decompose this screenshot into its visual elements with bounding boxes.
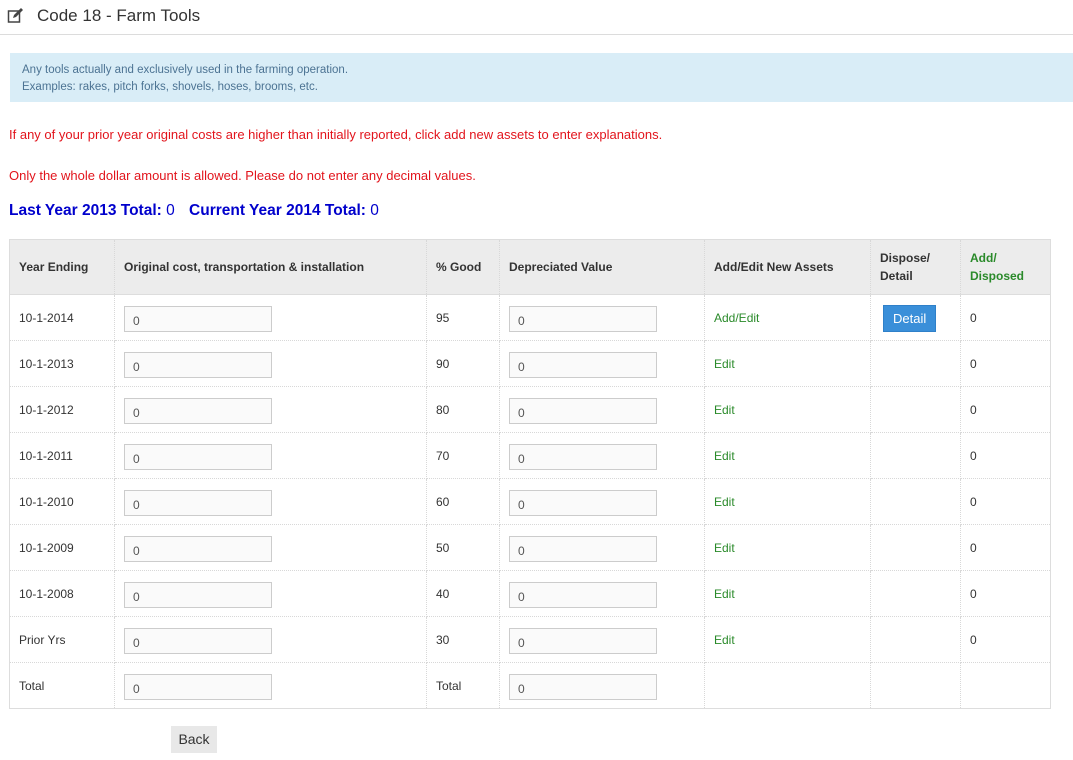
total-depreciated-field[interactable]: 0 <box>509 673 657 700</box>
original-cost-input[interactable]: 0 <box>124 489 272 516</box>
edit-link[interactable]: Edit <box>714 541 735 555</box>
percent-good-cell: 80 <box>426 386 500 433</box>
percent-good-cell: 90 <box>426 340 500 387</box>
total-row: Total 0 Total 0 <box>9 662 1051 709</box>
depreciated-value-input[interactable]: 0 <box>509 305 657 332</box>
table-row: Prior Yrs 0 30 0 Edit 0 <box>9 616 1051 663</box>
totals-line: Last Year 2013 Total: 0 Current Year 201… <box>9 202 389 220</box>
col-header-year: Year Ending <box>9 239 115 295</box>
add-disposed-count: 0 <box>960 340 1051 387</box>
original-cost-input[interactable]: 0 <box>124 443 272 470</box>
col-header-detail-line: Detail <box>880 269 913 283</box>
edit-link[interactable]: Edit <box>714 449 735 463</box>
percent-good-cell: 40 <box>426 570 500 617</box>
year-cell: 10-1-2012 <box>9 386 115 433</box>
dispose-detail-cell <box>870 386 961 433</box>
depreciated-value-input[interactable]: 0 <box>509 535 657 562</box>
original-cost-input[interactable]: 0 <box>124 535 272 562</box>
percent-good-cell: 70 <box>426 432 500 479</box>
year-cell: 10-1-2008 <box>9 570 115 617</box>
assets-table: Year Ending Original cost, transportatio… <box>9 239 1051 709</box>
info-line: Any tools actually and exclusively used … <box>22 64 349 76</box>
percent-good-cell: 30 <box>426 616 500 663</box>
original-cost-input[interactable]: 0 <box>124 581 272 608</box>
col-header-add-disposed: Add/ Disposed <box>960 239 1051 295</box>
year-cell: 10-1-2009 <box>9 524 115 571</box>
original-cost-input[interactable]: 0 <box>124 627 272 654</box>
empty-cell <box>870 662 961 709</box>
year-cell: 10-1-2013 <box>9 340 115 387</box>
col-header-dispose-detail: Dispose/ Detail <box>870 239 961 295</box>
original-cost-input[interactable]: 0 <box>124 351 272 378</box>
edit-link[interactable]: Edit <box>714 633 735 647</box>
col-header-good: % Good <box>426 239 500 295</box>
warning-text: If any of your prior year original costs… <box>9 127 663 142</box>
edit-icon <box>7 8 23 23</box>
last-year-total-value: 0 <box>166 202 175 219</box>
page-title: Code 18 - Farm Tools <box>37 6 201 25</box>
depreciated-value-input[interactable]: 0 <box>509 581 657 608</box>
edit-link[interactable]: Edit <box>714 403 735 417</box>
col-header-cost: Original cost, transportation & installa… <box>114 239 427 295</box>
page-header: Code 18 - Farm Tools <box>0 0 1073 35</box>
total-cost-field[interactable]: 0 <box>124 673 272 700</box>
table-row: 10-1-2008 0 40 0 Edit 0 <box>9 570 1051 617</box>
percent-good-cell: 95 <box>426 294 500 341</box>
total-good-label: Total <box>426 662 500 709</box>
add-disposed-count: 0 <box>960 570 1051 617</box>
depreciated-value-input[interactable]: 0 <box>509 627 657 654</box>
dispose-detail-cell <box>870 432 961 479</box>
table-row: 10-1-2014 0 95 0 Add/Edit Detail 0 <box>9 294 1051 341</box>
edit-link[interactable]: Edit <box>714 587 735 601</box>
dispose-detail-cell <box>870 524 961 571</box>
detail-button[interactable]: Detail <box>883 304 937 332</box>
add-edit-link[interactable]: Add/Edit <box>714 311 759 325</box>
last-year-total-label: Last Year 2013 Total: <box>9 202 162 219</box>
dispose-detail-cell <box>870 478 961 525</box>
add-disposed-count: 0 <box>960 386 1051 433</box>
depreciated-value-input[interactable]: 0 <box>509 397 657 424</box>
year-cell: 10-1-2011 <box>9 432 115 479</box>
info-box: Any tools actually and exclusively used … <box>10 53 1073 102</box>
add-disposed-count: 0 <box>960 432 1051 479</box>
add-disposed-count: 0 <box>960 478 1051 525</box>
dispose-detail-cell <box>870 616 961 663</box>
table-row: 10-1-2012 0 80 0 Edit 0 <box>9 386 1051 433</box>
add-disposed-count: 0 <box>960 524 1051 571</box>
original-cost-input[interactable]: 0 <box>124 397 272 424</box>
current-year-total-label: Current Year 2014 Total: <box>189 202 366 219</box>
dispose-detail-cell <box>870 340 961 387</box>
col-header-add-edit: Add/Edit New Assets <box>704 239 871 295</box>
year-cell: 10-1-2010 <box>9 478 115 525</box>
table-row: 10-1-2010 0 60 0 Edit 0 <box>9 478 1051 525</box>
percent-good-cell: 60 <box>426 478 500 525</box>
edit-link[interactable]: Edit <box>714 495 735 509</box>
table-header-row: Year Ending Original cost, transportatio… <box>9 239 1051 295</box>
col-header-disposed-line: Disposed <box>970 269 1025 283</box>
empty-cell <box>704 662 871 709</box>
table-row: 10-1-2011 0 70 0 Edit 0 <box>9 432 1051 479</box>
add-disposed-count: 0 <box>960 294 1051 341</box>
warning-text: Only the whole dollar amount is allowed.… <box>9 168 476 183</box>
year-cell: Prior Yrs <box>9 616 115 663</box>
table-row: 10-1-2009 0 50 0 Edit 0 <box>9 524 1051 571</box>
total-label: Total <box>9 662 115 709</box>
col-header-depreciated: Depreciated Value <box>499 239 705 295</box>
depreciated-value-input[interactable]: 0 <box>509 489 657 516</box>
current-year-total-value: 0 <box>370 202 379 219</box>
back-button[interactable]: Back <box>171 726 217 753</box>
percent-good-cell: 50 <box>426 524 500 571</box>
info-line: Examples: rakes, pitch forks, shovels, h… <box>22 81 318 93</box>
depreciated-value-input[interactable]: 0 <box>509 443 657 470</box>
original-cost-input[interactable]: 0 <box>124 305 272 332</box>
year-cell: 10-1-2014 <box>9 294 115 341</box>
col-header-dispose-line: Dispose/ <box>880 251 931 265</box>
empty-cell <box>960 662 1051 709</box>
add-disposed-count: 0 <box>960 616 1051 663</box>
depreciated-value-input[interactable]: 0 <box>509 351 657 378</box>
dispose-detail-cell <box>870 570 961 617</box>
edit-link[interactable]: Edit <box>714 357 735 371</box>
table-row: 10-1-2013 0 90 0 Edit 0 <box>9 340 1051 387</box>
col-header-add-line: Add/ <box>970 251 997 265</box>
